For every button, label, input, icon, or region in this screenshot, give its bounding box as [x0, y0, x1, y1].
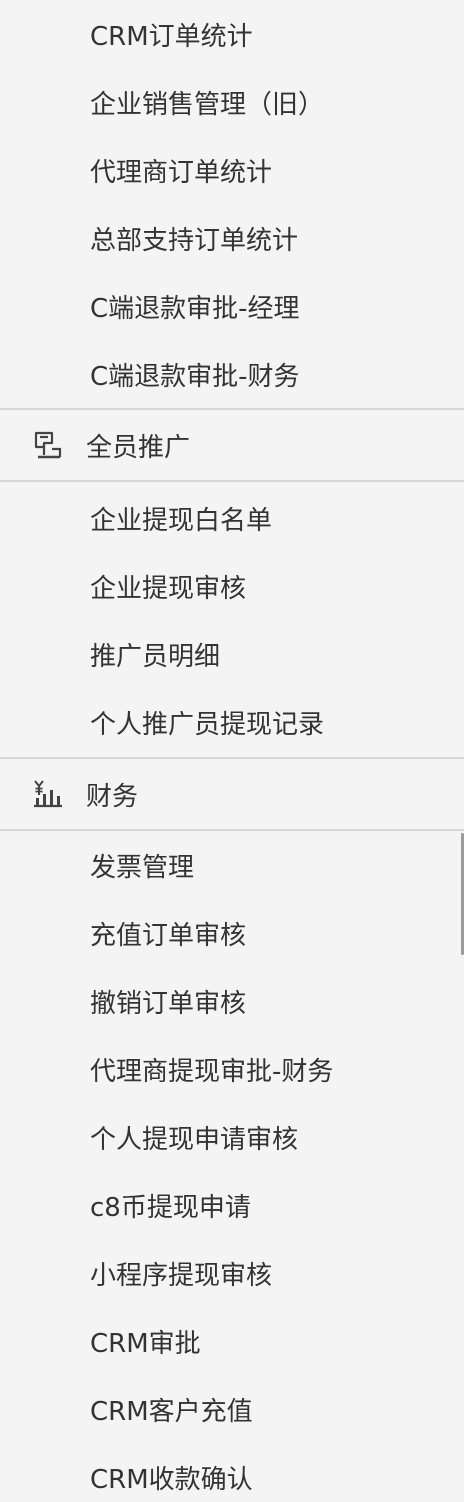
menu-item-invoice-management[interactable]: 发票管理: [0, 831, 464, 899]
menu-item-c8-coin-withdraw[interactable]: c8币提现申请: [0, 1171, 464, 1239]
menu-item-personal-promoter-withdraw-records[interactable]: 个人推广员提现记录: [0, 688, 464, 756]
menu-item-hq-support-order-stats[interactable]: 总部支持订单统计: [0, 204, 464, 272]
menu-item-crm-payment-confirm[interactable]: CRM收款确认: [0, 1443, 464, 1502]
menu-item-crm-customer-recharge[interactable]: CRM客户充值: [0, 1375, 464, 1443]
menu-item-enterprise-withdraw-whitelist[interactable]: 企业提现白名单: [0, 484, 464, 552]
flag-podium-icon: [30, 427, 66, 463]
yen-chart-icon: [30, 776, 66, 812]
menu-item-crm-order-stats[interactable]: CRM订单统计: [0, 0, 464, 68]
menu-item-agent-order-stats[interactable]: 代理商订单统计: [0, 136, 464, 204]
menu-item-recharge-order-review[interactable]: 充值订单审核: [0, 899, 464, 967]
menu-item-miniprogram-withdraw-review[interactable]: 小程序提现审核: [0, 1239, 464, 1307]
menu-item-c-refund-manager[interactable]: C端退款审批-经理: [0, 272, 464, 340]
menu-item-promoter-details[interactable]: 推广员明细: [0, 620, 464, 688]
menu-group-promotion-label: 全员推广: [86, 432, 191, 463]
menu-item-agent-withdraw-finance[interactable]: 代理商提现审批-财务: [0, 1035, 464, 1103]
menu-group-finance-label: 财务: [86, 781, 139, 812]
menu-item-cancel-order-review[interactable]: 撤销订单审核: [0, 967, 464, 1035]
menu-group-promotion[interactable]: 全员推广: [0, 408, 464, 482]
menu-item-crm-approval[interactable]: CRM审批: [0, 1307, 464, 1375]
menu-group-finance[interactable]: 财务: [0, 757, 464, 831]
menu-item-personal-withdraw-review[interactable]: 个人提现申请审核: [0, 1103, 464, 1171]
menu-item-enterprise-sales-old[interactable]: 企业销售管理（旧）: [0, 68, 464, 136]
menu-item-enterprise-withdraw-review[interactable]: 企业提现审核: [0, 552, 464, 620]
sidebar-menu: CRM订单统计 企业销售管理（旧） 代理商订单统计 总部支持订单统计 C端退款审…: [0, 0, 464, 1502]
menu-item-c-refund-finance[interactable]: C端退款审批-财务: [0, 340, 464, 408]
